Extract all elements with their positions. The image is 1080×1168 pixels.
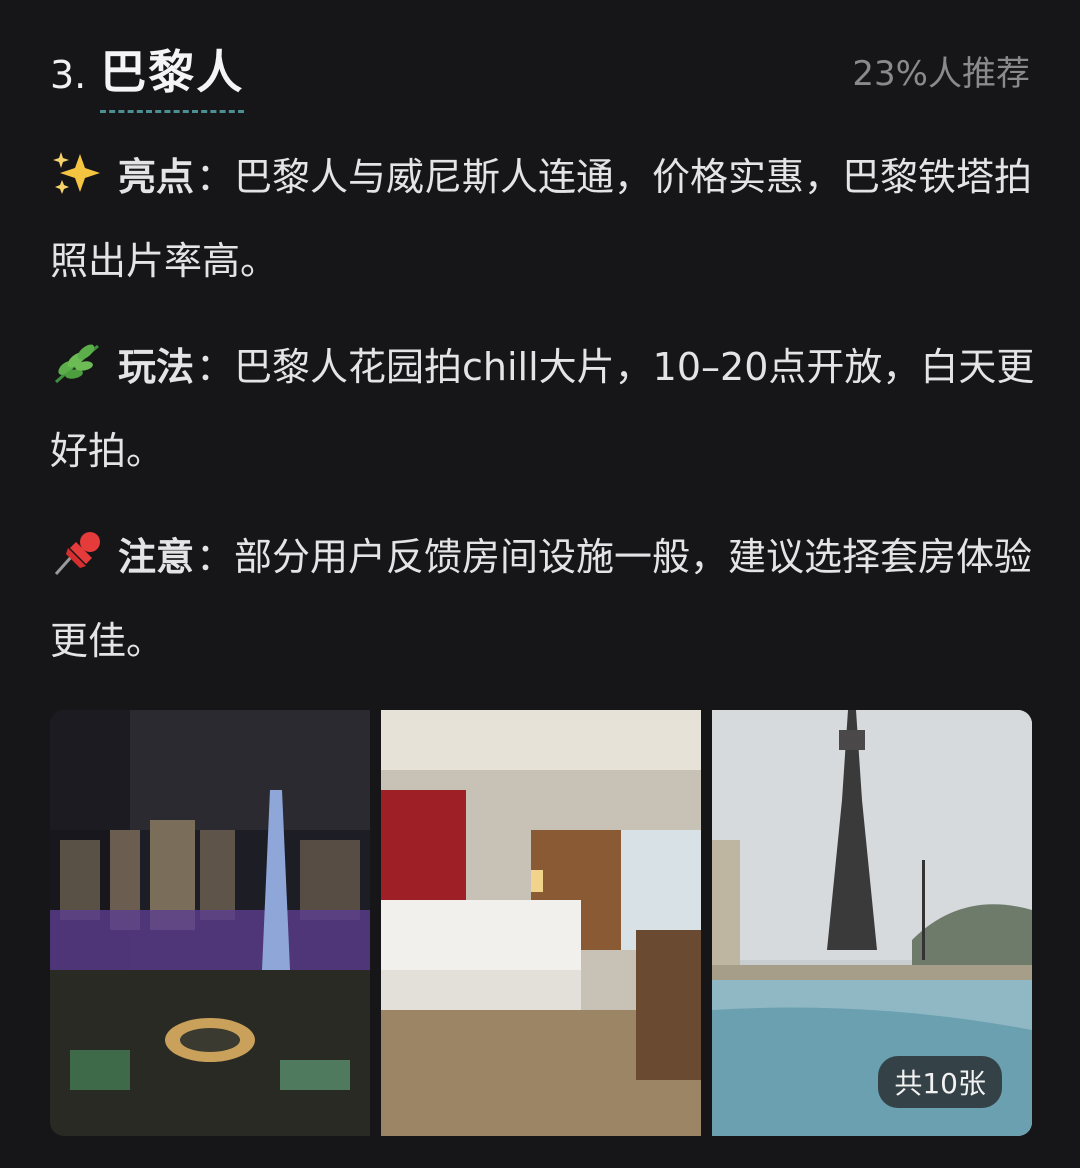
title-number: 3. <box>50 53 87 97</box>
note-text: ：部分用户反馈房间设施一般，建议选择套房体验更佳。 <box>50 535 1033 663</box>
hotel-name-link[interactable]: 巴黎人 <box>100 36 245 113</box>
hotel-title: 3. 巴黎人 <box>50 36 245 113</box>
play-paragraph: 玩法：巴黎人花园拍chill大片，10–20点开放，白天更好拍。 <box>50 328 1040 490</box>
section-header: 3. 巴黎人 23%人推荐 <box>50 30 1030 113</box>
note-paragraph: 注意：部分用户反馈房间设施一般，建议选择套房体验更佳。 <box>50 518 1040 680</box>
play-label: 玩法 <box>118 345 195 389</box>
play-text: ：巴黎人花园拍chill大片，10–20点开放，白天更好拍。 <box>50 345 1035 473</box>
gallery-image-hotel-room[interactable] <box>381 710 701 1136</box>
note-label: 注意 <box>118 535 195 579</box>
sparkles-icon <box>50 144 104 222</box>
highlights-text: ：巴黎人与威尼斯人连通，价格实惠，巴黎铁塔拍照出片率高。 <box>50 155 1033 283</box>
image-count-badge[interactable]: 共10张 <box>878 1056 1002 1108</box>
photo-gallery: 共10张 <box>50 710 1032 1136</box>
highlights-paragraph: 亮点：巴黎人与威尼斯人连通，价格实惠，巴黎铁塔拍照出片率高。 <box>50 138 1040 300</box>
gallery-image-night-city[interactable] <box>50 710 370 1136</box>
highlights-label: 亮点 <box>118 155 195 199</box>
pushpin-icon <box>50 524 104 602</box>
herb-icon <box>50 334 104 412</box>
recommend-rate: 23%人推荐 <box>852 54 1030 94</box>
gallery-image-pool-eiffel[interactable]: 共10张 <box>712 710 1032 1136</box>
